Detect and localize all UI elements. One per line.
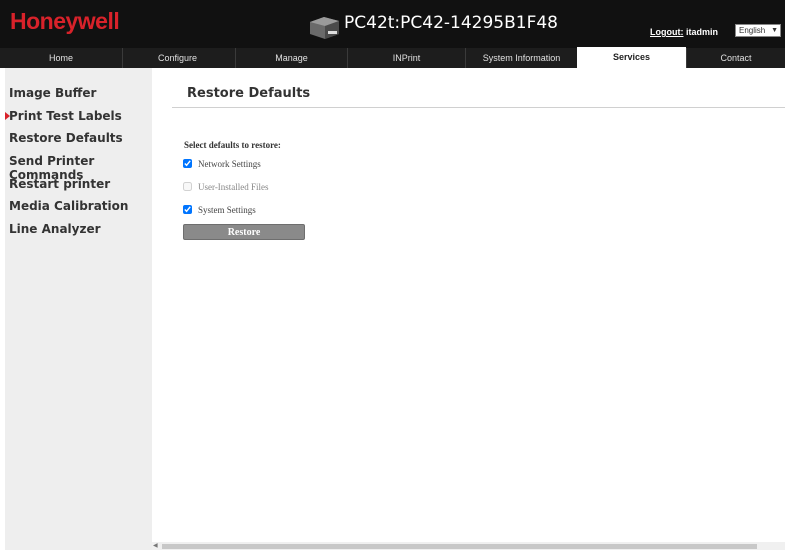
- user-installed-files-checkbox: [183, 182, 192, 192]
- sidebar-item-restart-printer[interactable]: Restart printer: [9, 177, 110, 191]
- main-nav: Home Configure Manage INPrint System Inf…: [0, 47, 785, 68]
- tab-configure[interactable]: Configure: [122, 48, 235, 68]
- username: itadmin: [686, 27, 719, 37]
- horizontal-scrollbar[interactable]: ◀: [152, 542, 785, 550]
- option-label: User-Installed Files: [198, 181, 269, 192]
- page-title: Restore Defaults: [187, 86, 311, 101]
- restore-button[interactable]: Restore: [183, 224, 305, 240]
- scroll-left-icon[interactable]: ◀: [153, 542, 158, 549]
- language-value: English: [739, 26, 766, 35]
- chevron-down-icon: ▼: [771, 27, 778, 34]
- language-select[interactable]: English ▼: [735, 24, 781, 37]
- sidebar-item-label: Restart printer: [9, 177, 111, 191]
- printer-icon: [310, 17, 339, 39]
- sidebar-item-restore-defaults[interactable]: Restore Defaults: [9, 131, 123, 145]
- option-network-settings[interactable]: Network Settings: [183, 158, 261, 169]
- sidebar-item-label: Line Analyzer: [9, 222, 101, 236]
- sidebar-item-line-analyzer[interactable]: Line Analyzer: [9, 222, 101, 236]
- option-user-installed-files: User-Installed Files: [183, 181, 269, 192]
- select-defaults-label: Select defaults to restore:: [184, 140, 281, 150]
- network-settings-checkbox[interactable]: [183, 159, 192, 169]
- top-bar: Honeywell PC42t:PC42-14295B1F48 Logout: …: [0, 0, 785, 48]
- sidebar-item-label: Restore Defaults: [9, 131, 123, 145]
- sidebar-item-label: Media Calibration: [9, 199, 129, 213]
- sidebar-item-media-calibration[interactable]: Media Calibration: [9, 199, 128, 213]
- honeywell-logo: Honeywell: [10, 8, 120, 34]
- tab-contact[interactable]: Contact: [686, 48, 785, 68]
- tab-home[interactable]: Home: [0, 48, 122, 68]
- scrollbar-thumb[interactable]: [162, 544, 757, 549]
- logout-area: Logout: itadmin: [650, 27, 718, 37]
- option-label: System Settings: [198, 204, 256, 215]
- option-system-settings[interactable]: System Settings: [183, 204, 256, 215]
- sidebar: Image Buffer Print Test Labels Restore D…: [5, 68, 152, 550]
- sidebar-item-label: Image Buffer: [9, 86, 97, 100]
- option-label: Network Settings: [198, 158, 261, 169]
- sidebar-item-label: Print Test Labels: [9, 109, 122, 123]
- tab-manage[interactable]: Manage: [235, 48, 347, 68]
- title-divider: [172, 107, 785, 108]
- tab-system-information[interactable]: System Information: [465, 48, 577, 68]
- sidebar-item-image-buffer[interactable]: Image Buffer: [9, 86, 96, 100]
- sidebar-item-print-test-labels[interactable]: Print Test Labels: [5, 109, 122, 123]
- tab-inprint[interactable]: INPrint: [347, 48, 465, 68]
- system-settings-checkbox[interactable]: [183, 205, 192, 215]
- tab-services[interactable]: Services: [577, 47, 686, 68]
- device-name: PC42t:PC42-14295B1F48: [344, 13, 559, 33]
- logout-link[interactable]: Logout:: [650, 27, 683, 37]
- current-arrow-icon: [5, 112, 10, 120]
